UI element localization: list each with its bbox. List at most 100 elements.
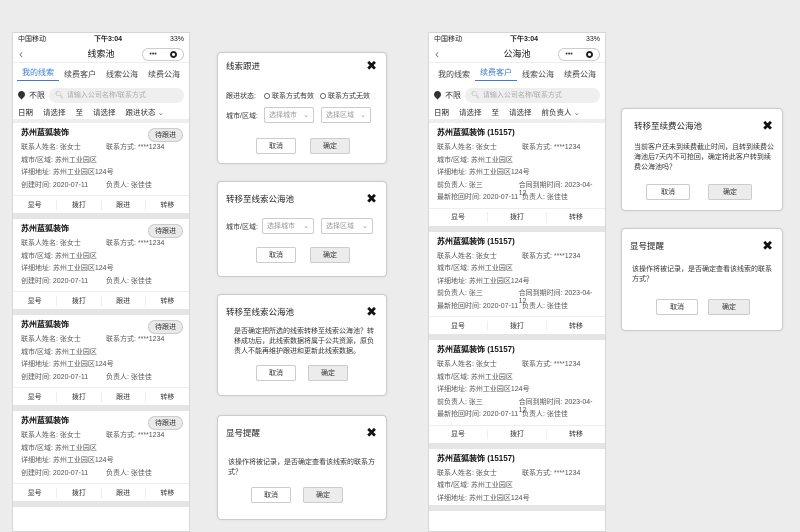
show-number-button[interactable]: 显号 [13,295,58,306]
tab-renew-sea[interactable]: 续费公海 [143,69,185,80]
close-icon[interactable]: ✖ [366,58,377,74]
address: 详细地址: 苏州工业园区124号 [437,386,530,393]
confirm-button[interactable]: 确定 [708,184,752,200]
call-button[interactable]: 拨打 [488,212,547,222]
start-date-select[interactable]: 请选择 [43,107,66,118]
sea-card[interactable]: 苏州蓝狐装饰 (15157) 联系人姓名: 张女士 联系方式: ****1234 … [429,449,605,511]
close-icon[interactable]: ✖ [366,425,377,441]
city-area: 城市/区域: 苏州工业园区 [437,265,513,272]
close-icon[interactable]: ✖ [762,238,773,254]
company-name: 苏州蓝狐装饰 (15157) [437,345,515,354]
dialog-message: 该操作将被记录，是否确定查看该线索的联系方式？ [228,459,375,476]
card-actions: 显号 拨打 跟进 转移 [13,291,189,309]
tab-renew-sea[interactable]: 续费公海 [559,69,601,80]
search-input[interactable]: 🔍︎ 请输入公司名称/联系方式 [465,87,600,103]
radio-valid[interactable]: 联系方式有效 [264,91,314,101]
mini-program-capsule[interactable]: ••• [142,48,184,61]
status-badge: 待跟进 [148,320,183,334]
call-button[interactable]: 拨打 [57,487,102,498]
follow-button[interactable]: 跟进 [102,391,146,402]
lead-card[interactable]: 苏州蓝狐装饰 待跟进 联系人姓名: 张女士 联系方式: ****1234 城市/区… [13,219,189,315]
card-actions: 显号 拨打 跟进 转移 [13,483,189,501]
lead-card[interactable]: 苏州蓝狐装饰 待跟进 联系人姓名: 张女士 联系方式: ****1234 城市/区… [13,123,189,219]
area-select[interactable]: 选择区域 ⌄ [321,218,373,234]
lead-card[interactable]: 苏州蓝狐装饰 待跟进 联系人姓名: 张女士 联系方式: ****1234 城市/区… [13,315,189,411]
contact-name: 联系人姓名: 张女士 [21,336,81,343]
confirm-button[interactable]: 确定 [303,487,343,503]
lead-card[interactable]: 苏州蓝狐装饰 待跟进 联系人姓名: 张女士 联系方式: ****1234 城市/区… [13,411,189,507]
cancel-button[interactable]: 取消 [656,299,698,315]
tab-renew-customers[interactable]: 续费客户 [475,67,517,81]
confirm-button[interactable]: 确定 [708,299,750,315]
cancel-button[interactable]: 取消 [256,365,296,381]
show-number-button[interactable]: 显号 [429,320,488,331]
area-select[interactable]: 选择区域 ⌄ [321,107,371,123]
close-icon[interactable]: ✖ [762,118,773,134]
status-badge: 待跟进 [148,128,183,142]
status-filter[interactable]: 跟进状态 ⌄ [126,107,164,118]
location-select[interactable]: 不限 [445,90,461,101]
follow-button[interactable]: 跟进 [102,295,146,306]
cancel-button[interactable]: 取消 [256,138,296,154]
chevron-down-icon: ⌄ [303,112,309,119]
more-icon[interactable]: ••• [149,51,156,58]
transfer-button[interactable]: 转移 [146,296,189,306]
sea-card[interactable]: 苏州蓝狐装饰 (15157) 联系人姓名: 张女士 联系方式: ****1234 … [429,232,605,340]
start-date-select[interactable]: 请选择 [459,107,482,118]
call-button[interactable]: 拨打 [488,429,547,439]
location-select[interactable]: 不限 [29,90,45,101]
owner-filter[interactable]: 前负责人 ⌄ [542,107,580,118]
end-date-select[interactable]: 请选择 [509,107,532,118]
show-number-button[interactable]: 显号 [429,212,488,222]
show-number-button[interactable]: 显号 [13,487,58,498]
cancel-button[interactable]: 取消 [251,487,291,503]
follow-button[interactable]: 跟进 [102,487,146,498]
end-date-select[interactable]: 请选择 [93,107,116,118]
city-select[interactable]: 选择城市 ⌄ [262,218,314,234]
mini-program-capsule[interactable]: ••• [558,48,600,61]
transfer-button[interactable]: 转移 [146,200,189,210]
address: 详细地址: 苏州工业园区124号 [437,277,530,285]
close-icon[interactable] [169,51,177,58]
show-number-button[interactable]: 显号 [13,199,58,210]
follow-button[interactable]: 跟进 [102,199,146,210]
transfer-confirm-dialog: 转移至线索公海池 ✖ 是否确定把所选的线索转移至线索公海池？转移成功后，此线索数… [217,294,387,396]
back-icon[interactable]: ‹ [435,47,439,61]
sea-card[interactable]: 苏州蓝狐装饰 (15157) 联系人姓名: 张女士 联系方式: ****1234 … [429,340,605,449]
contract-expire: 合同到期时间: 2023-04-12 [518,181,593,197]
show-number-button[interactable]: 显号 [429,429,488,439]
tab-renew-customers[interactable]: 续费客户 [59,69,101,80]
more-icon[interactable]: ••• [565,51,572,58]
back-icon[interactable]: ‹ [19,47,23,61]
date-label: 日期 [18,107,33,117]
tab-my-leads[interactable]: 我的线索 [433,69,475,80]
city-select[interactable]: 选择城市 ⌄ [264,107,314,123]
cancel-button[interactable]: 取消 [646,184,690,200]
tab-lead-sea[interactable]: 线索公海 [101,69,143,80]
call-button[interactable]: 拨打 [488,320,547,331]
transfer-button[interactable]: 转移 [547,429,605,439]
transfer-button[interactable]: 转移 [146,488,189,498]
confirm-button[interactable]: 确定 [310,138,350,154]
close-icon[interactable]: ✖ [366,304,377,320]
transfer-button[interactable]: 转移 [146,392,189,402]
tab-lead-sea[interactable]: 线索公海 [517,69,559,80]
close-icon[interactable] [585,51,593,58]
confirm-button[interactable]: 确定 [310,247,350,263]
call-button[interactable]: 拨打 [57,391,102,402]
call-button[interactable]: 拨打 [57,199,102,210]
address: 详细地址: 苏州工业园区124号 [21,265,114,272]
nav-bar: ‹ 公海池 ••• [429,45,605,63]
transfer-button[interactable]: 转移 [547,212,605,222]
search-input[interactable]: 🔍︎ 请输入公司名称/联系方式 [49,87,184,103]
transfer-button[interactable]: 转移 [547,321,605,331]
close-icon[interactable]: ✖ [366,191,377,207]
cancel-button[interactable]: 取消 [256,247,296,263]
show-number-button[interactable]: 显号 [13,391,58,402]
call-button[interactable]: 拨打 [57,295,102,306]
carrier: 中国移动 [434,36,462,43]
sea-card[interactable]: 苏州蓝狐装饰 (15157) 联系人姓名: 张女士 联系方式: ****1234 … [429,123,605,232]
radio-invalid[interactable]: 联系方式无效 [320,91,370,101]
tab-my-leads[interactable]: 我的线索 [17,67,59,81]
confirm-button[interactable]: 确定 [308,365,348,381]
